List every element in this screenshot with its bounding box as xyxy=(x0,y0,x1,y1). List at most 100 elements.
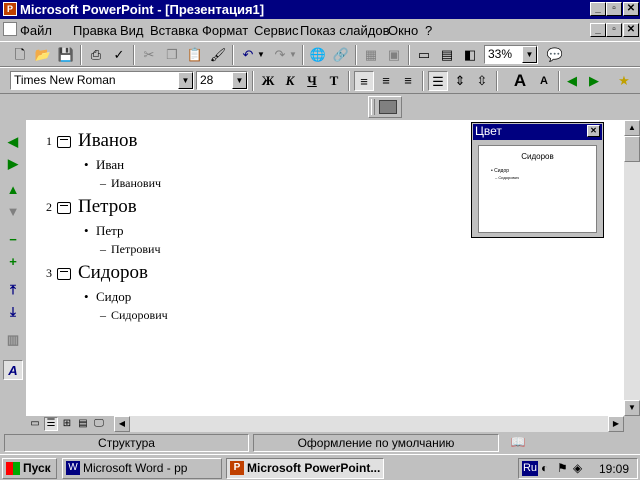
normal-view-icon[interactable]: ▭ xyxy=(28,417,42,431)
undo-dropdown-icon[interactable]: ▼ xyxy=(256,45,266,65)
horizontal-scrollbar[interactable]: ◀ ▶ xyxy=(114,416,624,432)
menu-window[interactable]: Окно xyxy=(388,23,418,38)
slide-sorter-icon[interactable]: ⊞ xyxy=(60,417,74,431)
insert-chart-icon[interactable]: ▦ xyxy=(361,45,381,65)
hyperlink-icon[interactable]: 🔗 xyxy=(331,45,351,65)
menu-slideshow[interactable]: Показ слайдов xyxy=(300,23,390,38)
flag-icon[interactable]: ⚑ xyxy=(557,461,568,475)
sub-bullet-text[interactable]: Петрович xyxy=(111,242,161,257)
copy-icon[interactable]: ❐ xyxy=(162,45,182,65)
doc-minimize-button[interactable]: _ xyxy=(590,23,606,37)
expand-all-icon[interactable]: ⤓ xyxy=(3,302,23,322)
slide-title[interactable]: Сидоров xyxy=(78,262,148,284)
decrease-font-icon[interactable]: A xyxy=(534,71,554,91)
slide-title[interactable]: Иванов xyxy=(78,130,138,152)
chevron-down-icon[interactable]: ▼ xyxy=(232,72,247,89)
new-slide-icon[interactable]: ▭ xyxy=(414,45,434,65)
italic-button[interactable]: К xyxy=(280,71,300,91)
align-left-icon[interactable]: ≡ xyxy=(354,71,374,91)
scroll-down-button[interactable]: ▼ xyxy=(624,400,640,416)
collapse-all-icon[interactable]: ⤒ xyxy=(3,280,23,300)
slide-icon[interactable] xyxy=(57,202,71,214)
promote-icon[interactable]: ◀ xyxy=(562,71,582,91)
summary-slide-icon[interactable]: ▥ xyxy=(3,330,23,350)
promote-icon[interactable]: ◀ xyxy=(3,132,23,152)
redo-icon[interactable]: ↷ xyxy=(270,45,290,65)
office-assistant-icon[interactable]: 💬 xyxy=(545,45,565,65)
taskbar-word[interactable]: W Microsoft Word - pp xyxy=(62,458,222,479)
bullets-icon[interactable]: ☰ xyxy=(428,71,448,91)
shadow-button[interactable]: Т xyxy=(324,71,344,91)
web-icon[interactable]: 🌐 xyxy=(308,45,328,65)
bold-button[interactable]: Ж xyxy=(258,71,278,91)
animation-effects-icon[interactable]: ★ xyxy=(614,71,634,91)
volume-icon[interactable]: ◐ xyxy=(541,461,548,475)
menu-insert[interactable]: Вставка xyxy=(150,23,198,38)
close-button[interactable]: ✕ xyxy=(623,2,639,16)
taskbar-powerpoint[interactable]: P Microsoft PowerPoint... xyxy=(226,458,384,479)
redo-dropdown-icon[interactable]: ▼ xyxy=(288,45,298,65)
grayscale-icon[interactable]: ◧ xyxy=(460,45,480,65)
paste-icon[interactable]: 📋 xyxy=(185,45,205,65)
format-painter-icon[interactable]: 🖌 xyxy=(208,45,228,65)
scroll-left-button[interactable]: ◀ xyxy=(114,416,130,432)
spelling-status-icon[interactable]: 📖 xyxy=(506,434,530,452)
slide-icon[interactable] xyxy=(57,268,71,280)
menu-format[interactable]: Формат xyxy=(202,23,248,38)
bullet-text[interactable]: Петр xyxy=(96,223,124,239)
close-icon[interactable]: ✕ xyxy=(587,125,600,137)
demote-icon[interactable]: ▶ xyxy=(3,154,23,174)
minimize-button[interactable]: _ xyxy=(590,2,606,16)
doc-close-button[interactable]: ✕ xyxy=(623,23,639,37)
notes-view-icon[interactable]: ▤ xyxy=(76,417,90,431)
menu-view[interactable]: Вид xyxy=(120,23,144,38)
slide-miniature-icon[interactable] xyxy=(379,100,397,114)
align-center-icon[interactable]: ≡ xyxy=(376,71,396,91)
app-icon[interactable]: P xyxy=(3,2,17,16)
scroll-right-button[interactable]: ▶ xyxy=(608,416,624,432)
menu-edit[interactable]: Правка xyxy=(73,23,117,38)
move-up-icon[interactable]: ▲ xyxy=(3,180,23,200)
cut-icon[interactable]: ✂ xyxy=(139,45,159,65)
chevron-down-icon[interactable]: ▼ xyxy=(178,72,193,89)
bullet-text[interactable]: Иван xyxy=(96,157,124,173)
insert-clipart-icon[interactable]: ▣ xyxy=(384,45,404,65)
font-size-select[interactable]: 28 ▼ xyxy=(196,71,248,90)
document-icon[interactable] xyxy=(3,22,17,36)
expand-icon[interactable]: + xyxy=(3,252,23,272)
doc-restore-button[interactable]: ▫ xyxy=(606,23,622,37)
demote-icon[interactable]: ▶ xyxy=(584,71,604,91)
move-down-icon[interactable]: ▼ xyxy=(3,202,23,222)
chevron-down-icon[interactable]: ▼ xyxy=(522,46,537,63)
slide-icon[interactable] xyxy=(57,136,71,148)
sub-bullet-text[interactable]: Иванович xyxy=(111,176,161,191)
undo-icon[interactable]: ↶ xyxy=(238,45,258,65)
toolbar-grip[interactable] xyxy=(371,99,375,115)
increase-font-icon[interactable]: A xyxy=(510,71,530,91)
slideshow-icon[interactable]: 🖵 xyxy=(92,417,106,431)
scroll-thumb[interactable] xyxy=(624,136,640,162)
vertical-scrollbar[interactable]: ▲ ▼ xyxy=(624,120,640,416)
save-icon[interactable]: 💾 xyxy=(56,45,76,65)
font-name-select[interactable]: Times New Roman ▼ xyxy=(10,71,194,90)
start-button[interactable]: Пуск xyxy=(2,458,57,479)
bullet-text[interactable]: Сидор xyxy=(96,289,131,305)
menu-help[interactable]: ? xyxy=(425,23,432,38)
zoom-select[interactable]: 33% ▼ xyxy=(484,45,538,64)
menu-tools[interactable]: Сервис xyxy=(254,23,299,38)
color-preview-caption[interactable]: Цвет ✕ xyxy=(473,124,602,140)
align-right-icon[interactable]: ≡ xyxy=(398,71,418,91)
slide-title[interactable]: Петров xyxy=(78,196,137,218)
outline-view-icon[interactable]: ☰ xyxy=(44,417,58,431)
collapse-icon[interactable]: − xyxy=(3,230,23,250)
new-icon[interactable]: 🗋 xyxy=(10,45,30,65)
underline-button[interactable]: Ч xyxy=(302,71,322,91)
menu-file[interactable]: Файл xyxy=(20,23,52,38)
slide-miniature[interactable]: Сидоров • Сидор – Сидорович xyxy=(478,145,597,233)
print-icon[interactable]: ⎙ xyxy=(86,45,106,65)
spelling-icon[interactable]: ✓ xyxy=(109,45,129,65)
maximize-button[interactable]: ▫ xyxy=(606,2,622,16)
slide-layout-icon[interactable]: ▤ xyxy=(437,45,457,65)
show-formatting-icon[interactable]: A xyxy=(3,360,23,380)
scroll-up-button[interactable]: ▲ xyxy=(624,120,640,136)
